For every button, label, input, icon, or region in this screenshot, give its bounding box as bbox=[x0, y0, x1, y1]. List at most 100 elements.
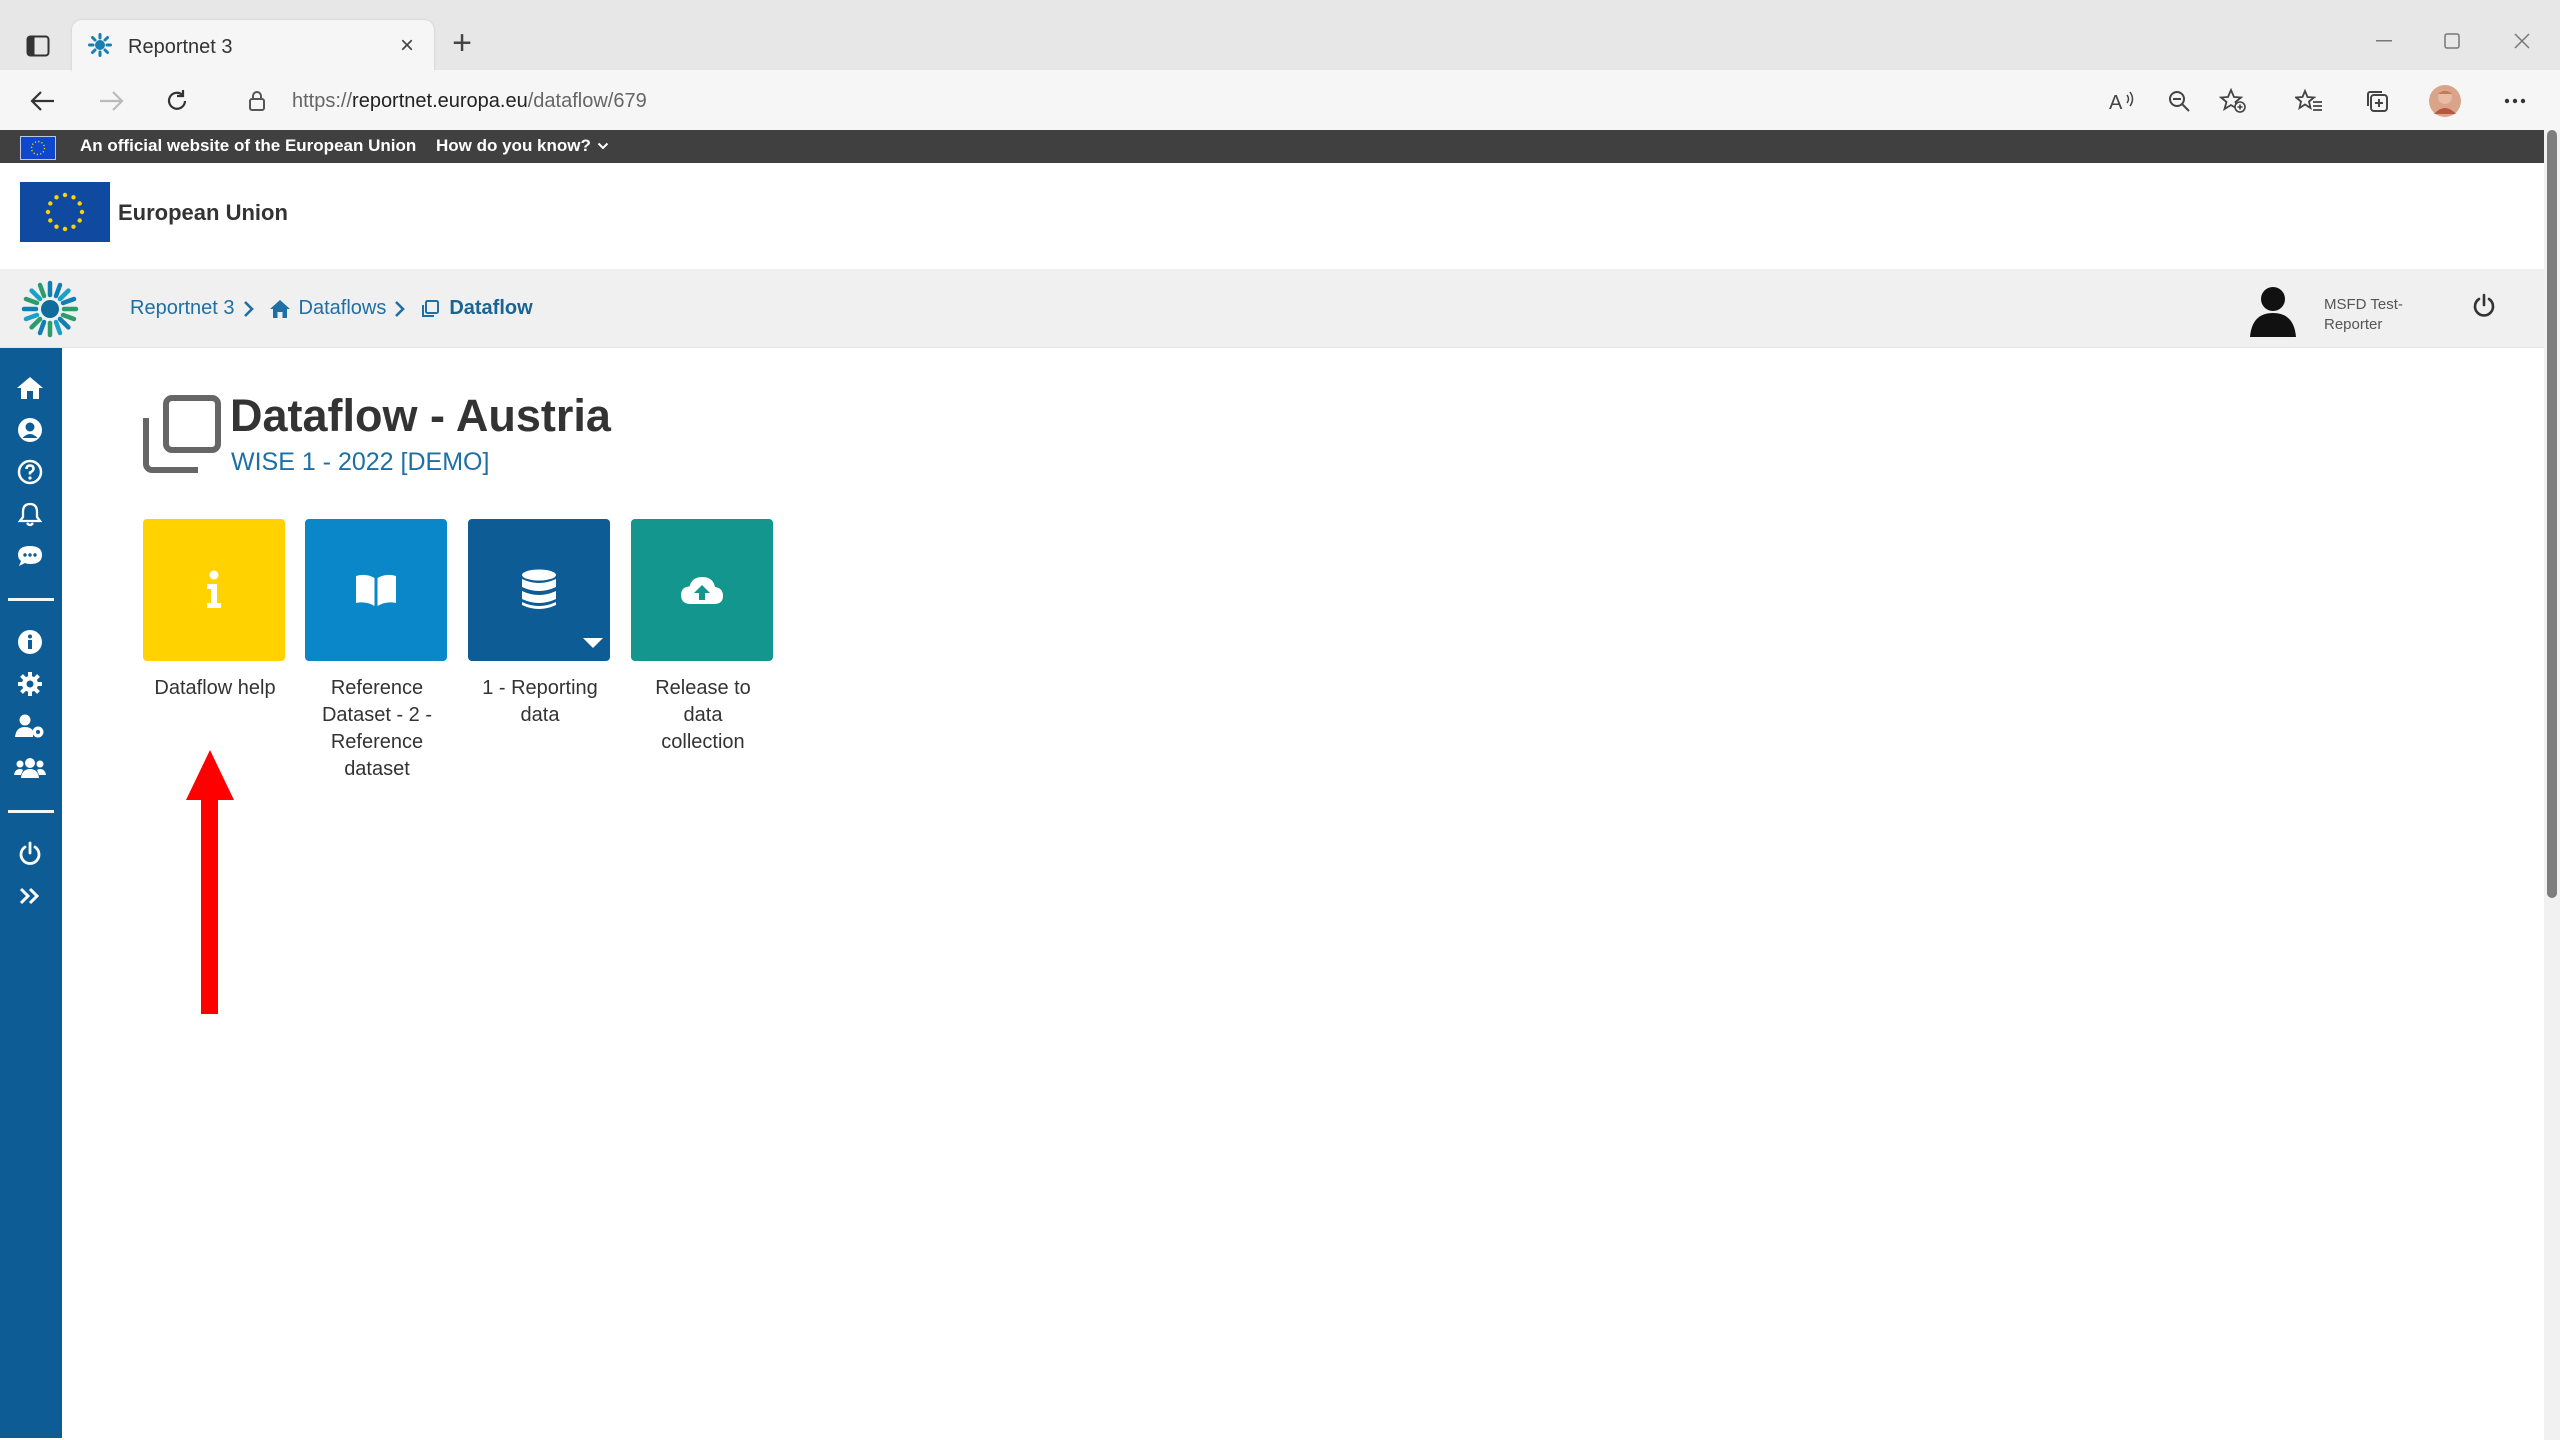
eu-name: European Union bbox=[118, 200, 288, 225]
breadcrumb-item-reportnet[interactable]: Reportnet 3 bbox=[130, 297, 235, 320]
sidebar-logout[interactable] bbox=[14, 838, 46, 870]
eu-logo-icon[interactable] bbox=[20, 182, 110, 242]
users-group-icon bbox=[14, 758, 46, 778]
database-icon bbox=[522, 569, 556, 609]
sidebar-help[interactable] bbox=[14, 456, 46, 488]
logout-button[interactable] bbox=[2472, 293, 2496, 319]
breadcrumb-item-dataflows[interactable]: Dataflows bbox=[299, 297, 387, 320]
read-aloud-button[interactable]: A bbox=[2104, 82, 2142, 120]
annotation-arrow-icon bbox=[186, 750, 234, 1015]
dataflow-help-card[interactable]: Dataflow help bbox=[143, 519, 287, 702]
info-icon bbox=[18, 630, 42, 654]
tab-title: Reportnet 3 bbox=[128, 36, 233, 58]
browser-toolbar: https://reportnet.europa.eu/dataflow/679… bbox=[0, 72, 2560, 130]
app-header: Reportnet 3 Dataflows Dataflow MSFD Test… bbox=[0, 269, 2544, 348]
close-window-button[interactable] bbox=[2502, 26, 2542, 56]
left-sidebar bbox=[0, 348, 62, 1438]
home-icon bbox=[17, 377, 43, 399]
dataflow-help-tile[interactable] bbox=[143, 519, 285, 661]
sidebar-feedback[interactable] bbox=[14, 540, 46, 572]
chevron-right-icon bbox=[395, 300, 406, 317]
breadcrumb: Reportnet 3 Dataflows Dataflow bbox=[130, 297, 533, 320]
power-icon bbox=[2473, 293, 2495, 317]
release-tile[interactable] bbox=[631, 519, 773, 661]
how-do-you-know-label: How do you know? bbox=[436, 136, 591, 155]
sidebar-notifications[interactable] bbox=[14, 498, 46, 530]
user-profile-icon bbox=[18, 418, 42, 442]
zoom-button[interactable] bbox=[2160, 82, 2198, 120]
home-icon bbox=[269, 299, 290, 318]
dropdown-caret-icon[interactable] bbox=[582, 637, 604, 649]
reporting-data-card[interactable]: 1 - Reporting data bbox=[468, 519, 612, 729]
cloud-upload-icon bbox=[681, 577, 723, 604]
eu-header: European Union bbox=[0, 163, 2544, 269]
collections-button[interactable] bbox=[2358, 82, 2396, 120]
page-scrollbar[interactable] bbox=[2544, 130, 2560, 1440]
maximize-window-button[interactable] bbox=[2432, 26, 2472, 56]
sidebar-settings[interactable] bbox=[14, 668, 46, 700]
close-window-icon bbox=[2514, 33, 2530, 49]
minimize-window-button[interactable] bbox=[2364, 26, 2404, 56]
sidebar-expand[interactable] bbox=[14, 880, 46, 912]
more-ellipsis-icon bbox=[2504, 98, 2526, 104]
chevron-right-icon bbox=[243, 300, 254, 317]
sidebar-profile[interactable] bbox=[14, 414, 46, 446]
address-bar[interactable]: https://reportnet.europa.eu/dataflow/679 bbox=[228, 78, 2068, 124]
profile-button[interactable] bbox=[2426, 82, 2464, 120]
url-text: https://reportnet.europa.eu/dataflow/679 bbox=[292, 90, 647, 112]
how-do-you-know-toggle[interactable]: How do you know? bbox=[436, 136, 609, 156]
zoom-out-icon bbox=[2169, 91, 2190, 112]
browser-chrome: Reportnet 3 × + https://reportnet.europa… bbox=[0, 0, 2560, 130]
lock-icon bbox=[248, 90, 266, 112]
new-tab-button[interactable]: + bbox=[444, 26, 480, 62]
reporting-data-tile[interactable] bbox=[468, 519, 610, 661]
settings-gear-icon bbox=[18, 672, 42, 696]
reference-dataset-label: Reference Dataset - 2 - Reference datase… bbox=[321, 677, 433, 780]
sidebar-users-group[interactable] bbox=[14, 752, 46, 784]
tab-actions-button[interactable] bbox=[20, 28, 56, 64]
release-label: Release to data collection bbox=[655, 677, 751, 753]
help-icon bbox=[17, 459, 43, 485]
chevron-down-icon bbox=[597, 142, 609, 150]
book-icon bbox=[356, 574, 396, 606]
reload-button[interactable] bbox=[158, 82, 196, 120]
clone-icon bbox=[422, 299, 440, 317]
tab-actions-icon bbox=[26, 35, 50, 57]
forward-button[interactable] bbox=[92, 82, 130, 120]
release-card[interactable]: Release to data collection bbox=[631, 519, 775, 756]
reference-dataset-tile[interactable] bbox=[305, 519, 447, 661]
user-menu[interactable]: MSFD Test-Reporter bbox=[2244, 281, 2484, 339]
page-subtitle: WISE 1 - 2022 [DEMO] bbox=[231, 448, 490, 476]
scrollbar-thumb[interactable] bbox=[2547, 130, 2557, 898]
favorites-list-icon bbox=[2295, 88, 2322, 111]
back-button[interactable] bbox=[24, 82, 62, 120]
user-name: MSFD Test-Reporter bbox=[2324, 296, 2403, 333]
star-add-icon bbox=[2219, 88, 2246, 113]
user-avatar-icon bbox=[2250, 287, 2296, 337]
eu-flag-icon bbox=[20, 136, 56, 160]
svg-text:A: A bbox=[2109, 92, 2123, 113]
reportnet-favicon-icon bbox=[88, 33, 112, 57]
feedback-icon bbox=[18, 546, 42, 566]
reload-icon bbox=[167, 90, 187, 110]
tab-strip: Reportnet 3 × + bbox=[0, 0, 2560, 72]
minimize-icon bbox=[2376, 40, 2392, 42]
page-title: Dataflow - Austria bbox=[230, 390, 611, 441]
read-aloud-icon: A bbox=[2109, 91, 2134, 113]
logout-icon bbox=[19, 841, 41, 865]
maximize-icon bbox=[2444, 33, 2460, 49]
sidebar-manage-users[interactable] bbox=[14, 710, 46, 742]
reference-dataset-card[interactable]: Reference Dataset - 2 - Reference datase… bbox=[305, 519, 449, 783]
close-tab-icon[interactable]: × bbox=[394, 34, 420, 60]
reportnet-logo-icon[interactable] bbox=[20, 279, 80, 339]
settings-more-button[interactable] bbox=[2496, 82, 2534, 120]
sidebar-divider bbox=[8, 810, 54, 813]
add-favorite-button[interactable] bbox=[2214, 82, 2252, 120]
sidebar-home[interactable] bbox=[14, 372, 46, 404]
browser-tab-active[interactable]: Reportnet 3 × bbox=[72, 20, 434, 72]
sidebar-info[interactable] bbox=[14, 626, 46, 658]
profile-avatar-icon bbox=[2429, 85, 2461, 117]
favorites-button[interactable] bbox=[2290, 82, 2328, 120]
notifications-bell-icon bbox=[18, 502, 42, 527]
reporting-data-label: 1 - Reporting data bbox=[482, 677, 598, 726]
